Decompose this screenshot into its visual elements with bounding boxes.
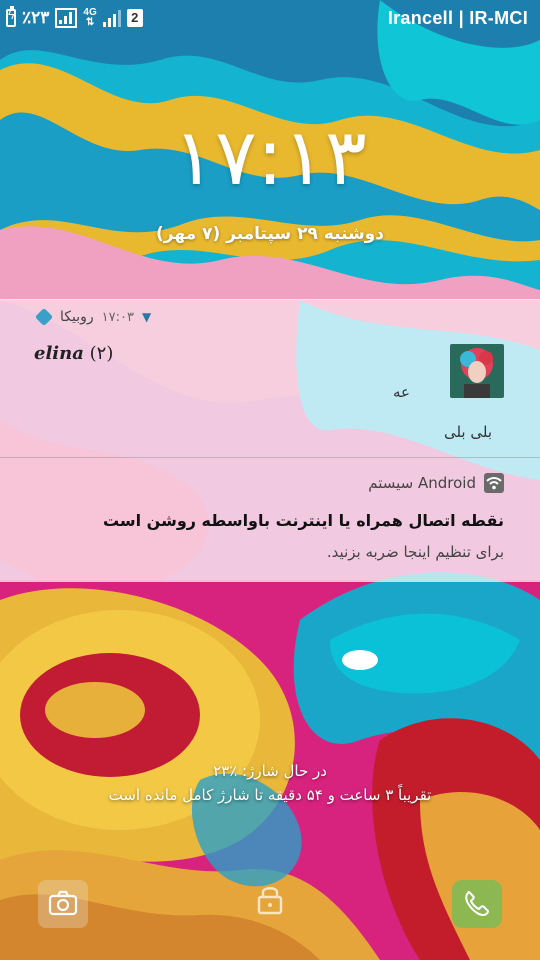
unlock-button[interactable]	[254, 882, 286, 916]
camera-icon	[48, 890, 78, 916]
battery-charging-icon	[6, 6, 16, 27]
rubika-icon	[34, 307, 54, 327]
status-icons: ٪۲۳ 4G ⇅ 2	[6, 6, 143, 30]
notification-rubika[interactable]: روبیکا ۱۷:۰۳ ▼ elina (۲) عه بلی بلی	[0, 299, 540, 459]
unread-count: (۲)	[89, 343, 114, 364]
notification-header: روبیکا ۱۷:۰۳ ▼	[34, 307, 151, 327]
notification-divider	[0, 457, 540, 458]
wifi-hotspot-icon	[484, 473, 504, 493]
charging-estimate: تقریباً ۳ ساعت و ۵۴ دقیقه تا شارژ کامل م…	[108, 786, 432, 804]
notification-app-name: روبیکا	[60, 309, 94, 325]
status-bar: ٪۲۳ 4G ⇅ 2 Irancell | IR-MCI	[0, 0, 540, 36]
phone-icon	[465, 890, 489, 916]
avatar	[450, 344, 504, 398]
charging-status: در حال شارژ: ٪۲۳	[213, 762, 327, 780]
network-type: 4G ⇅	[83, 8, 96, 28]
data-arrows-icon: ⇅	[85, 17, 95, 28]
notification-title: نقطه اتصال همراه یا اینترنت باواسطه روشن…	[102, 511, 504, 530]
notification-hotspot[interactable]: سیستم Android نقطه اتصال همراه یا اینترن…	[0, 459, 540, 582]
notification-text: برای تنظیم اینجا ضربه بزنید.	[326, 543, 504, 561]
sender-name: elina	[34, 343, 84, 364]
notification-time: ۱۷:۰۳	[101, 309, 134, 325]
notification-sender: elina (۲)	[34, 343, 113, 364]
lock-icon	[257, 887, 283, 915]
lockscreen-clock: ۱۷:۱۳	[173, 113, 367, 203]
phone-shortcut-button[interactable]	[452, 880, 502, 928]
chevron-down-icon[interactable]: ▼	[142, 310, 151, 324]
lockscreen-date: دوشنبه ۲۹ سپتامبر (۷ مهر)	[156, 224, 384, 244]
notification-message: عه	[393, 383, 410, 401]
signal-box-icon	[55, 8, 78, 28]
notification-panel: روبیکا ۱۷:۰۳ ▼ elina (۲) عه بلی بلی سیست…	[0, 299, 540, 582]
sim-icon: 2	[126, 9, 143, 27]
notification-app-name: سیستم Android	[368, 474, 476, 492]
carrier-label: Irancell | IR-MCI	[387, 8, 528, 28]
notification-message: بلی بلی	[443, 423, 492, 441]
battery-percent: ٪۲۳	[22, 8, 50, 27]
notification-header: سیستم Android	[368, 473, 504, 493]
signal-bars-icon	[102, 9, 121, 27]
camera-shortcut-button[interactable]	[38, 880, 88, 928]
